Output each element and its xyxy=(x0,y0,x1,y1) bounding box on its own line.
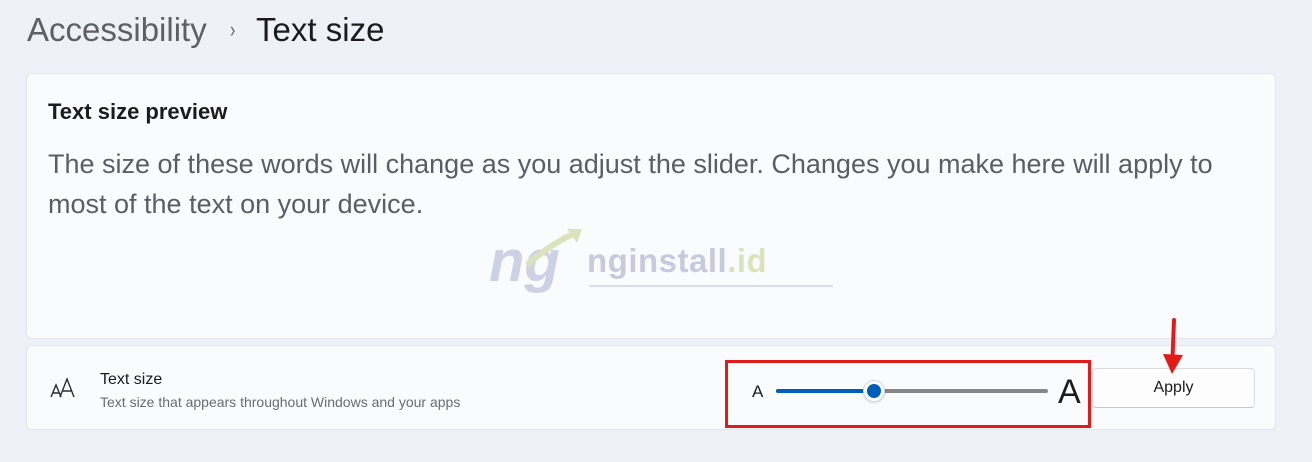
settings-page: Accessibility › Text size Text size prev… xyxy=(0,0,1312,462)
ng-logo-icon: ng xyxy=(489,229,582,294)
breadcrumb-accessibility-link[interactable]: Accessibility xyxy=(27,11,207,49)
svg-text:ng: ng xyxy=(489,229,560,294)
watermark-text-main: nginstall xyxy=(587,242,728,279)
watermark-text-suffix: .id xyxy=(727,242,768,279)
preview-sample-text: The size of these words will change as y… xyxy=(48,149,1213,219)
preview-title: Text size preview xyxy=(48,99,228,124)
slider-min-label: A xyxy=(752,382,764,401)
annotation-highlight-box xyxy=(725,360,1091,428)
chevron-right-icon: › xyxy=(229,17,235,42)
text-size-slider[interactable] xyxy=(776,380,1048,402)
slider-thumb[interactable] xyxy=(862,380,885,402)
slider-fill xyxy=(776,389,874,393)
text-size-preview-card: Text size preview The size of these word… xyxy=(26,73,1276,339)
text-size-icon xyxy=(50,377,75,398)
nginstall-watermark-logo: ng nginstall.id xyxy=(487,225,837,295)
slider-max-label: A xyxy=(1058,373,1081,411)
watermark-text: nginstall.id xyxy=(587,242,767,280)
breadcrumb: Accessibility › Text size xyxy=(27,8,384,52)
annotation-arrow-icon xyxy=(1163,318,1183,374)
setting-title: Text size xyxy=(100,371,163,388)
setting-description: Text size that appears throughout Window… xyxy=(100,394,461,410)
watermark-underline xyxy=(589,285,833,287)
page-title: Text size xyxy=(256,11,385,48)
